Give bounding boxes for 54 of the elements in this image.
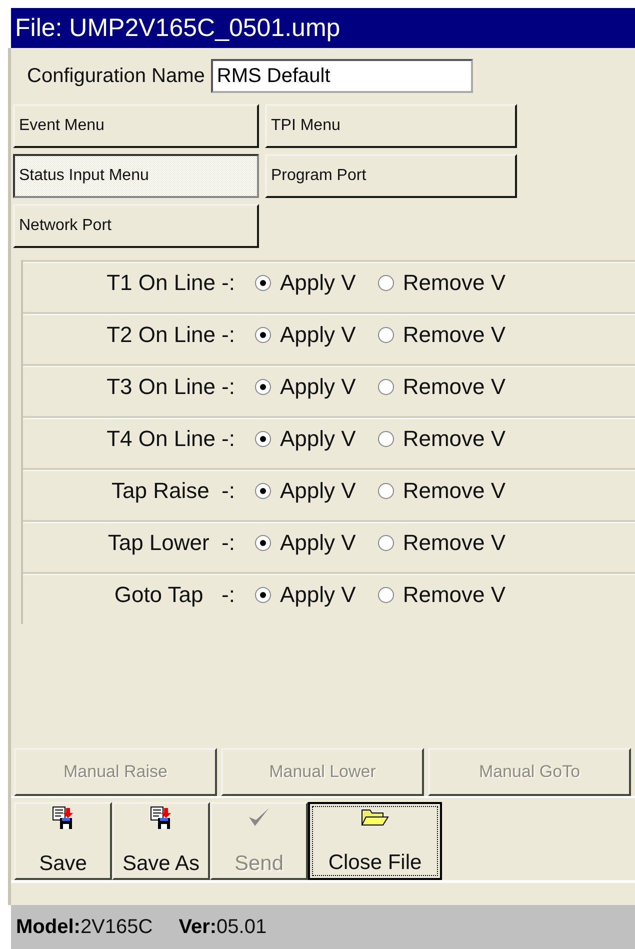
radio-button[interactable] <box>255 327 271 343</box>
status-value: 05.01 <box>216 916 267 938</box>
radio-option[interactable]: Remove V <box>378 270 506 296</box>
radio-button[interactable] <box>255 431 271 447</box>
radio-option[interactable]: Remove V <box>378 426 506 452</box>
folder-icon <box>361 807 389 827</box>
radio-option[interactable]: Apply V <box>255 270 356 296</box>
toolbar-button[interactable]: Close File <box>308 802 442 880</box>
window-title: File: UMP2V165C_0501.ump <box>11 8 635 48</box>
status-input-label: Tap Raise -: <box>110 478 236 504</box>
radio-button[interactable] <box>378 431 394 447</box>
radio-button[interactable] <box>255 275 271 291</box>
menu-button[interactable]: Program Port <box>265 154 517 198</box>
configuration-name-label: Configuration Name <box>27 64 205 88</box>
menu-button[interactable]: Network Port <box>13 204 259 248</box>
radio-button[interactable] <box>255 483 271 499</box>
status-input-label: Goto Tap -: <box>113 582 236 608</box>
radio-option[interactable]: Apply V <box>255 322 356 348</box>
radio-button[interactable] <box>378 535 394 551</box>
status-input-label: T2 On Line -: <box>106 322 236 348</box>
status-input-label: T4 On Line -: <box>106 426 236 452</box>
radio-button[interactable] <box>255 379 271 395</box>
save-document-icon <box>150 806 172 830</box>
save-document-icon <box>52 806 74 830</box>
status-value: 2V165C <box>80 916 153 938</box>
status-label: Model: <box>16 916 80 938</box>
radio-option[interactable]: Remove V <box>378 582 506 608</box>
configuration-name-field[interactable]: RMS Default <box>210 59 473 93</box>
radio-button[interactable] <box>255 587 271 603</box>
radio-button[interactable] <box>378 327 394 343</box>
radio-option[interactable]: Remove V <box>378 530 506 556</box>
radio-button[interactable] <box>378 483 394 499</box>
checkmark-icon <box>247 806 271 828</box>
toolbar-button[interactable]: Save <box>14 802 112 880</box>
radio-option[interactable]: Remove V <box>378 478 506 504</box>
radio-option[interactable]: Apply V <box>255 582 356 608</box>
radio-option[interactable]: Apply V <box>255 426 356 452</box>
menu-button[interactable]: Event Menu <box>13 104 259 148</box>
radio-option[interactable]: Apply V <box>255 478 356 504</box>
radio-option[interactable]: Remove V <box>378 322 506 348</box>
radio-button[interactable] <box>255 535 271 551</box>
radio-button[interactable] <box>378 587 394 603</box>
status-input-label: T1 On Line -: <box>106 270 236 296</box>
menu-button[interactable]: TPI Menu <box>265 104 517 148</box>
radio-option[interactable]: Apply V <box>255 530 356 556</box>
radio-option[interactable]: Remove V <box>378 374 506 400</box>
status-input-label: T3 On Line -: <box>106 374 236 400</box>
status-input-label: Tap Lower -: <box>106 530 236 556</box>
toolbar-button[interactable]: Save As <box>112 802 210 880</box>
radio-button[interactable] <box>378 379 394 395</box>
radio-button[interactable] <box>378 275 394 291</box>
menu-button[interactable]: Status Input Menu <box>13 154 259 198</box>
radio-option[interactable]: Apply V <box>255 374 356 400</box>
status-label: Ver: <box>178 916 217 938</box>
